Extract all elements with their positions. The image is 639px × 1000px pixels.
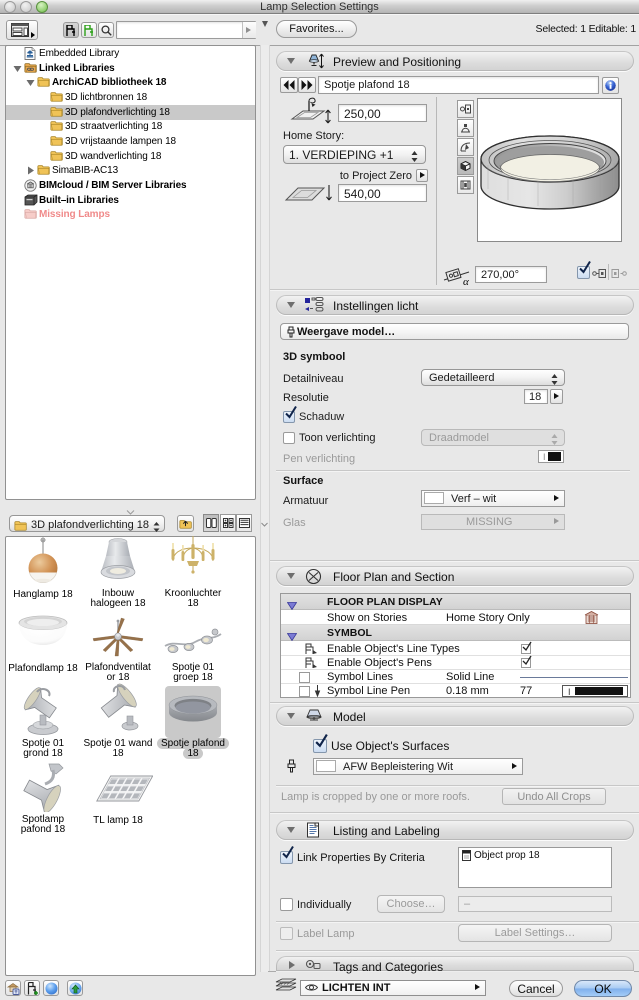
svg-text:α: α [463, 276, 469, 286]
